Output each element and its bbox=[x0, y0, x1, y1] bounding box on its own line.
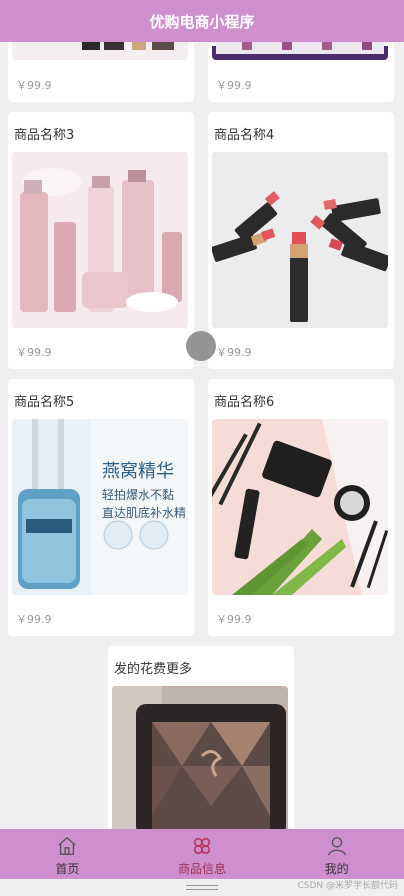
product-price: ￥99.9 bbox=[216, 79, 252, 92]
makeup-brushes-flatlay-image bbox=[212, 419, 388, 595]
home-icon bbox=[58, 836, 77, 855]
product-card-4[interactable]: 商品名称4 ￥99.9 bbox=[208, 112, 394, 369]
ad-line-1: 轻拍爆水不黏 bbox=[102, 487, 174, 502]
watermark: CSDN @米罗学长额代码 bbox=[297, 881, 398, 891]
person-icon bbox=[327, 837, 346, 856]
floating-assistive-button[interactable] bbox=[186, 331, 216, 361]
lipsticks-fan-image bbox=[212, 152, 388, 328]
product-card-3[interactable]: 商品名称3 ￥99.9 bbox=[8, 112, 194, 369]
page-title: 优购电商小程序 bbox=[0, 0, 404, 42]
eyeshadow-palette-image bbox=[112, 686, 288, 836]
product-price: ￥99.9 bbox=[16, 79, 52, 92]
extra-card[interactable]: 发的花费更多 bbox=[108, 646, 294, 846]
pink-skincare-bottles-image bbox=[12, 152, 188, 328]
tab-mine[interactable]: 我的 bbox=[269, 829, 404, 879]
tab-home[interactable]: 首页 bbox=[0, 829, 135, 879]
product-price: ￥99.9 bbox=[16, 346, 52, 359]
product-price: ￥99.9 bbox=[216, 613, 252, 626]
tab-mine-label: 我的 bbox=[324, 862, 349, 876]
product-card-6[interactable]: 商品名称6 ￥99.9 bbox=[208, 379, 394, 636]
tab-product-info[interactable]: 商品信息 bbox=[135, 829, 270, 879]
product-name: 商品名称6 bbox=[214, 395, 275, 410]
tab-home-label: 首页 bbox=[55, 862, 80, 876]
product-card-5[interactable]: 商品名称5 燕窝精华 轻拍爆水不黏 直达肌底补水精 ￥99.9 bbox=[8, 379, 194, 636]
serum-bottle-ad-image: 燕窝精华 轻拍爆水不黏 直达肌底补水精 bbox=[12, 419, 188, 595]
home-indicator bbox=[186, 885, 218, 890]
bottom-tabbar: 首页 商品信息 我的 bbox=[0, 829, 404, 879]
tab-product-info-label: 商品信息 bbox=[178, 862, 227, 876]
extra-card-title: 发的花费更多 bbox=[114, 662, 193, 677]
product-price: ￥99.9 bbox=[16, 613, 52, 626]
product-price: ￥99.9 bbox=[216, 346, 252, 359]
product-name: 商品名称3 bbox=[14, 128, 75, 143]
clover-icon bbox=[193, 837, 211, 855]
ad-line-2: 直达肌底补水精 bbox=[102, 505, 186, 520]
product-name: 商品名称5 bbox=[14, 395, 75, 410]
product-name: 商品名称4 bbox=[214, 128, 275, 143]
ad-headline: 燕窝精华 bbox=[102, 461, 174, 482]
